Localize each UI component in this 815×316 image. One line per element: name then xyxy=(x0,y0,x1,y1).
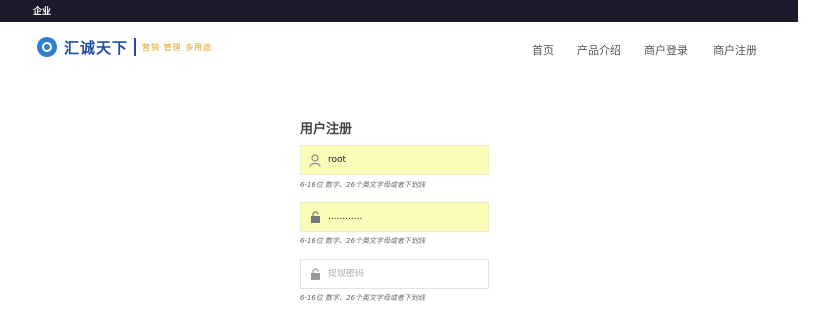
page-title: 用户注册 xyxy=(300,122,353,137)
confirm-password-field[interactable] xyxy=(300,259,489,289)
lock-icon xyxy=(304,211,326,223)
nav-item-merchant-login[interactable]: 商户登录 xyxy=(644,42,688,58)
username-field[interactable] xyxy=(300,145,489,175)
confirm-password-hint: 6-16位 数字、26个英文字母或者下划线 xyxy=(300,294,426,302)
main-nav: 首页 产品介绍 商户登录 商户注册 xyxy=(0,42,815,58)
password-hint: 6-16位 数字、26个英文字母或者下划线 xyxy=(300,237,426,245)
nav-item-products[interactable]: 产品介绍 xyxy=(577,42,621,58)
username-hint: 6-16位 数字、26个英文字母或者下划线 xyxy=(300,181,426,189)
password-input[interactable] xyxy=(328,212,478,222)
user-icon xyxy=(304,153,326,167)
password-field[interactable] xyxy=(300,202,489,232)
lock-icon xyxy=(304,268,326,280)
username-input[interactable] xyxy=(328,155,478,165)
top-bar-label: 企业 xyxy=(33,7,52,17)
confirm-password-input[interactable] xyxy=(328,269,478,279)
register-form: 用户注册 6-16位 数字、26个英文字母或者下划线 6-16位 数字、26个英… xyxy=(300,118,500,302)
top-bar: 企业 xyxy=(0,0,798,22)
nav-item-merchant-register[interactable]: 商户注册 xyxy=(713,42,757,58)
header: 汇诚天下 营销 管理 多用途 首页 产品介绍 商户登录 商户注册 xyxy=(0,22,815,74)
nav-item-home[interactable]: 首页 xyxy=(532,42,554,58)
